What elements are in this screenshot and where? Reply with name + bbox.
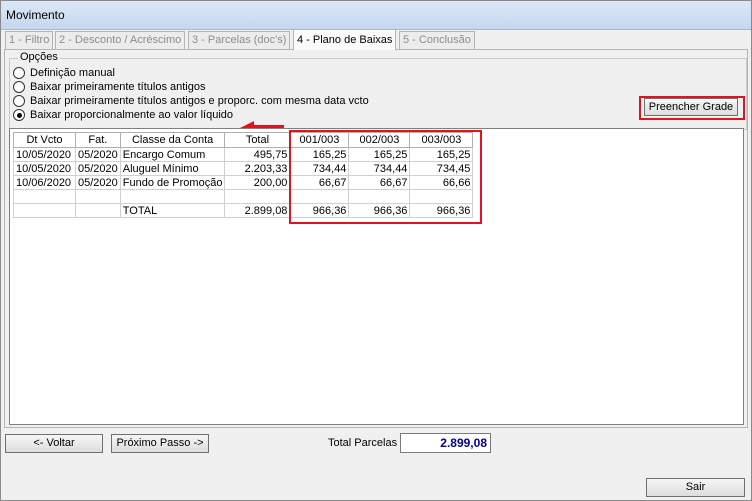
- total-parcela: 966,36: [409, 203, 474, 218]
- cell-parcela[interactable]: 734,44: [348, 161, 411, 176]
- column-header[interactable]: Fat.: [75, 132, 121, 148]
- cell-empty[interactable]: [119, 189, 226, 204]
- option-proporcional-valor-liquido[interactable]: Baixar proporcionalmente ao valor líquid…: [13, 108, 233, 122]
- preencher-grade-button[interactable]: Preencher Grade: [644, 98, 738, 116]
- options-group: Opções Definição manual Baixar primeiram…: [9, 51, 747, 135]
- cell-parcela[interactable]: 734,45: [409, 161, 474, 176]
- option-label: Baixar proporcionalmente ao valor líquid…: [30, 109, 234, 121]
- total-parcela: 966,36: [348, 203, 411, 218]
- column-header[interactable]: Classe da Conta: [119, 132, 226, 148]
- column-header[interactable]: Total: [224, 132, 291, 148]
- option-definicao-manual[interactable]: Definição manual: [13, 66, 115, 80]
- proximo-passo-button[interactable]: Próximo Passo ->: [111, 434, 209, 453]
- total-label: TOTAL: [119, 203, 226, 218]
- cell-total[interactable]: 200,00: [224, 175, 291, 190]
- column-header[interactable]: 002/003: [348, 132, 411, 148]
- table-row-empty[interactable]: [13, 189, 474, 204]
- tab-parcelas[interactable]: 3 - Parcelas (doc's): [188, 31, 291, 49]
- cell-empty[interactable]: [409, 189, 474, 204]
- radio-button-icon[interactable]: [13, 81, 25, 93]
- column-header[interactable]: Dt Vcto: [13, 132, 76, 148]
- cell-fat[interactable]: 05/2020: [75, 147, 121, 162]
- cell-parcela[interactable]: 66,67: [348, 175, 411, 190]
- table-header-row: Dt Vcto Fat. Classe da Conta Total 001/0…: [13, 132, 474, 148]
- option-label: Baixar primeiramente títulos antigos: [30, 81, 206, 93]
- cell-parcela[interactable]: 165,25: [409, 147, 474, 162]
- option-label: Definição manual: [30, 67, 115, 79]
- voltar-button[interactable]: <- Voltar: [5, 434, 103, 453]
- total-sum: 2.899,08: [224, 203, 291, 218]
- cell-empty[interactable]: [348, 189, 411, 204]
- table-total-row: TOTAL 2.899,08 966,36 966,36 966,36: [13, 203, 474, 218]
- cell-total[interactable]: 2.203,33: [224, 161, 291, 176]
- total-parcelas-value: 2.899,08: [440, 436, 487, 450]
- sair-button[interactable]: Sair: [646, 478, 745, 497]
- cell-parcela[interactable]: 165,25: [348, 147, 411, 162]
- plano-baixas-grid[interactable]: Dt Vcto Fat. Classe da Conta Total 001/0…: [9, 128, 744, 425]
- radio-button-icon[interactable]: [13, 95, 25, 107]
- cell-empty[interactable]: [289, 189, 350, 204]
- parcelas-table: Dt Vcto Fat. Classe da Conta Total 001/0…: [13, 132, 474, 218]
- total-parcelas-label: Total Parcelas: [328, 437, 398, 449]
- table-row[interactable]: 10/05/2020 05/2020 Aluguel Mínimo 2.203,…: [13, 161, 474, 176]
- tab-desconto-acrescimo[interactable]: 2 - Desconto / Acréscimo: [55, 31, 186, 49]
- cell-classe[interactable]: Encargo Comum: [119, 147, 226, 162]
- cell-empty: [75, 203, 121, 218]
- cell-total[interactable]: 495,75: [224, 147, 291, 162]
- column-header[interactable]: 001/003: [289, 132, 350, 148]
- cell-empty[interactable]: [75, 189, 121, 204]
- cell-fat[interactable]: 05/2020: [75, 175, 121, 190]
- option-titulos-antigos-proporc[interactable]: Baixar primeiramente títulos antigos e p…: [13, 94, 369, 108]
- cell-empty[interactable]: [13, 189, 76, 204]
- radio-selected-icon[interactable]: [13, 109, 25, 121]
- option-titulos-antigos[interactable]: Baixar primeiramente títulos antigos: [13, 80, 205, 94]
- cell-fat[interactable]: 05/2020: [75, 161, 121, 176]
- radio-button-icon[interactable]: [13, 67, 25, 79]
- title-bar: Movimento: [1, 1, 751, 30]
- tab-conclusao[interactable]: 5 - Conclusão: [399, 31, 475, 49]
- tab-filtro[interactable]: 1 - Filtro: [5, 31, 54, 49]
- tab-plano-de-baixas[interactable]: 4 - Plano de Baixas: [293, 29, 397, 50]
- movimento-window: Movimento 1 - Filtro 2 - Desconto / Acré…: [0, 0, 752, 501]
- table-row[interactable]: 10/05/2020 05/2020 Encargo Comum 495,75 …: [13, 147, 474, 162]
- total-parcelas-field: 2.899,08: [400, 433, 491, 453]
- cell-dt-vcto[interactable]: 10/05/2020: [13, 161, 76, 176]
- option-label: Baixar primeiramente títulos antigos e p…: [30, 95, 369, 107]
- options-legend: Opções: [18, 51, 60, 63]
- cell-dt-vcto[interactable]: 10/05/2020: [13, 147, 76, 162]
- table-row[interactable]: 10/06/2020 05/2020 Fundo de Promoção 200…: [13, 175, 474, 190]
- cell-classe[interactable]: Aluguel Mínimo: [119, 161, 226, 176]
- cell-parcela[interactable]: 165,25: [289, 147, 350, 162]
- cell-parcela[interactable]: 734,44: [289, 161, 350, 176]
- cell-parcela[interactable]: 66,66: [409, 175, 474, 190]
- cell-classe[interactable]: Fundo de Promoção: [119, 175, 226, 190]
- tab-panel-plano-de-baixas: Opções Definição manual Baixar primeiram…: [4, 49, 748, 428]
- cell-parcela[interactable]: 66,67: [289, 175, 350, 190]
- cell-empty: [13, 203, 76, 218]
- cell-dt-vcto[interactable]: 10/06/2020: [13, 175, 76, 190]
- window-title: Movimento: [6, 8, 65, 22]
- column-header[interactable]: 003/003: [409, 132, 474, 148]
- cell-empty[interactable]: [224, 189, 291, 204]
- total-parcela: 966,36: [289, 203, 350, 218]
